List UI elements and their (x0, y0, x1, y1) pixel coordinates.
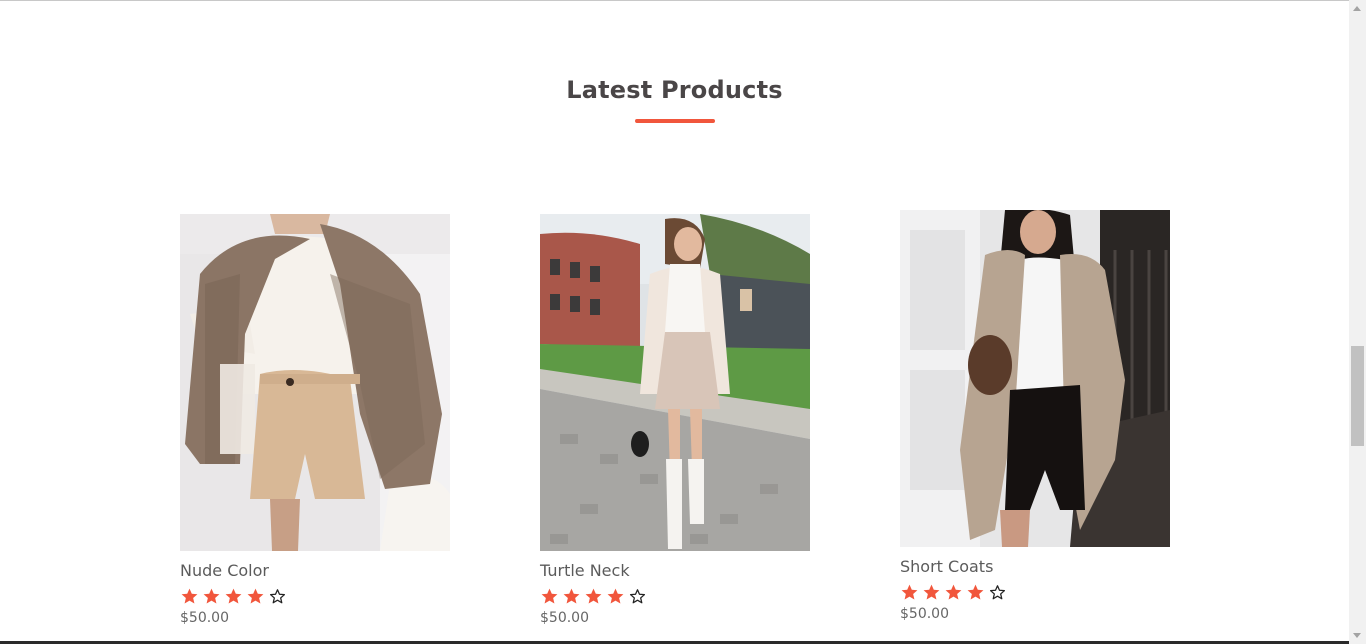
title-underline (635, 119, 715, 123)
star-empty-icon (988, 583, 1007, 602)
product-photo-turtleneck-skirt-icon (540, 214, 810, 551)
star-filled-icon (562, 587, 581, 606)
section-title: Latest Products (566, 76, 783, 104)
vertical-scrollbar[interactable] (1349, 0, 1366, 644)
star-filled-icon (246, 587, 265, 606)
product-rating (180, 585, 450, 607)
product-price: $50.00 (900, 606, 949, 622)
product-price: $50.00 (540, 610, 589, 626)
page: Latest Products Nude Color $50.00 Turtle… (0, 0, 1366, 644)
star-filled-icon (584, 587, 603, 606)
product-price: $50.00 (180, 610, 229, 626)
product-photo-beige-coat-icon (900, 210, 1170, 547)
product-image[interactable] (540, 214, 810, 551)
product-card[interactable]: Nude Color $50.00 (180, 214, 450, 627)
star-empty-icon (268, 587, 287, 606)
star-filled-icon (944, 583, 963, 602)
product-name[interactable]: Short Coats (900, 557, 1170, 577)
product-card[interactable]: Short Coats $50.00 (900, 210, 1170, 623)
product-image[interactable] (900, 210, 1170, 547)
product-rating (540, 585, 810, 607)
star-filled-icon (540, 587, 559, 606)
star-filled-icon (224, 587, 243, 606)
product-name[interactable]: Nude Color (180, 561, 450, 581)
star-filled-icon (606, 587, 625, 606)
star-filled-icon (202, 587, 221, 606)
star-filled-icon (966, 583, 985, 602)
product-card[interactable]: Turtle Neck $50.00 (540, 214, 810, 627)
star-empty-icon (628, 587, 647, 606)
scroll-up-arrow-icon[interactable] (1353, 6, 1361, 11)
star-filled-icon (900, 583, 919, 602)
star-filled-icon (922, 583, 941, 602)
scroll-down-arrow-icon[interactable] (1353, 633, 1361, 638)
top-divider (0, 0, 1349, 1)
product-photo-plaid-blazer-shorts-icon (180, 214, 450, 551)
scrollbar-thumb[interactable] (1351, 346, 1364, 446)
product-name[interactable]: Turtle Neck (540, 561, 810, 581)
star-filled-icon (180, 587, 199, 606)
product-rating (900, 581, 1170, 603)
product-image[interactable] (180, 214, 450, 551)
